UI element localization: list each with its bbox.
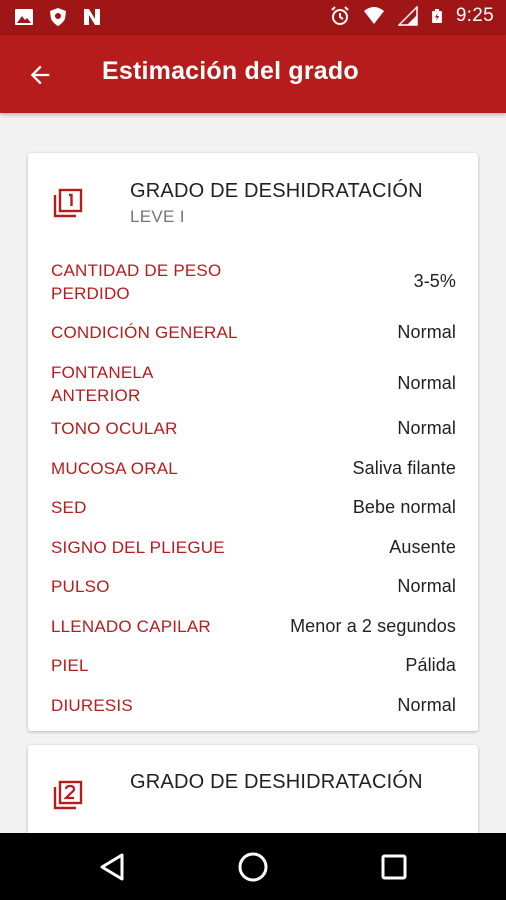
row-value: Saliva filante <box>352 457 456 478</box>
row-value: 3-5% <box>413 271 456 291</box>
arrow-back-icon[interactable] <box>26 61 54 89</box>
filter-2-icon <box>53 780 83 810</box>
alarm-icon <box>331 6 349 25</box>
filter-1-icon <box>53 188 83 218</box>
list-item: CANTIDAD DE PESO PERDIDO 3-5% <box>51 256 456 307</box>
app-bar: Estimación del grado <box>0 35 506 113</box>
row-label: MUCOSA ORAL <box>51 458 178 478</box>
list-item: MUCOSA ORAL Saliva filante <box>51 448 456 488</box>
row-label: PULSO <box>51 577 110 596</box>
row-label: SIGNO DEL PLIEGUE <box>51 537 225 557</box>
grade-card-2[interactable]: GRADO DE DESHIDRATACIÓN <box>28 745 478 833</box>
grade-card-1[interactable]: GRADO DE DESHIDRATACIÓN LEVE I CANTIDAD … <box>28 153 478 731</box>
list-item: SIGNO DEL PLIEGUE Ausente <box>51 527 456 567</box>
parameter-list: CANTIDAD DE PESO PERDIDO 3-5% CONDICIÓN … <box>51 256 456 725</box>
page-title: Estimación del grado <box>102 57 359 85</box>
row-value: Normal <box>397 322 456 342</box>
status-bar: 9:25 <box>0 0 506 35</box>
image-icon <box>15 9 33 25</box>
card-title: GRADO DE DESHIDRATACIÓN <box>130 771 423 793</box>
list-item: CONDICIÓN GENERAL Normal <box>51 307 456 358</box>
row-label: DIURESIS <box>51 695 133 715</box>
signal-icon <box>397 6 418 26</box>
row-label: SED <box>51 498 87 517</box>
row-value: Ausente <box>389 536 456 557</box>
recents-square-icon[interactable] <box>377 850 411 884</box>
back-triangle-icon[interactable] <box>96 850 130 884</box>
list-item: FONTANELA ANTERIOR Normal <box>51 358 456 409</box>
row-value: Normal <box>397 576 456 596</box>
card-title: GRADO DE DESHIDRATACIÓN <box>130 180 423 202</box>
row-label: LLENADO CAPILAR <box>51 616 211 636</box>
list-item: PULSO Normal <box>51 567 456 606</box>
list-item: DIURESIS Normal <box>51 685 456 725</box>
status-right-icons: 9:25 <box>330 5 494 27</box>
row-value: Bebe normal <box>352 497 456 517</box>
row-label: CONDICIÓN GENERAL <box>51 323 238 342</box>
battery-icon <box>431 9 442 23</box>
row-label: FONTANELA ANTERIOR <box>51 362 153 405</box>
list-item: SED Bebe normal <box>51 488 456 527</box>
home-circle-icon[interactable] <box>236 850 270 884</box>
list-item: LLENADO CAPILAR Menor a 2 segundos <box>51 606 456 646</box>
status-left-icons <box>14 7 102 27</box>
row-value: Pálida <box>405 655 456 675</box>
navigation-bar <box>0 833 506 900</box>
card-subtitle: LEVE I <box>130 207 185 226</box>
n-icon <box>84 9 100 25</box>
content-scroll[interactable]: GRADO DE DESHIDRATACIÓN LEVE I CANTIDAD … <box>0 113 506 833</box>
list-item: TONO OCULAR Normal <box>51 409 456 448</box>
row-value: Normal <box>397 694 456 715</box>
row-value: Normal <box>397 373 456 393</box>
list-item: PIEL Pálida <box>51 646 456 685</box>
row-label: PIEL <box>51 656 89 675</box>
row-value: Menor a 2 segundos <box>290 615 456 636</box>
row-label: TONO OCULAR <box>51 419 178 438</box>
status-time: 9:25 <box>455 5 494 26</box>
shield-icon <box>50 8 66 26</box>
row-value: Normal <box>397 418 456 438</box>
row-label: CANTIDAD DE PESO PERDIDO <box>51 260 222 303</box>
wifi-icon <box>363 7 384 24</box>
